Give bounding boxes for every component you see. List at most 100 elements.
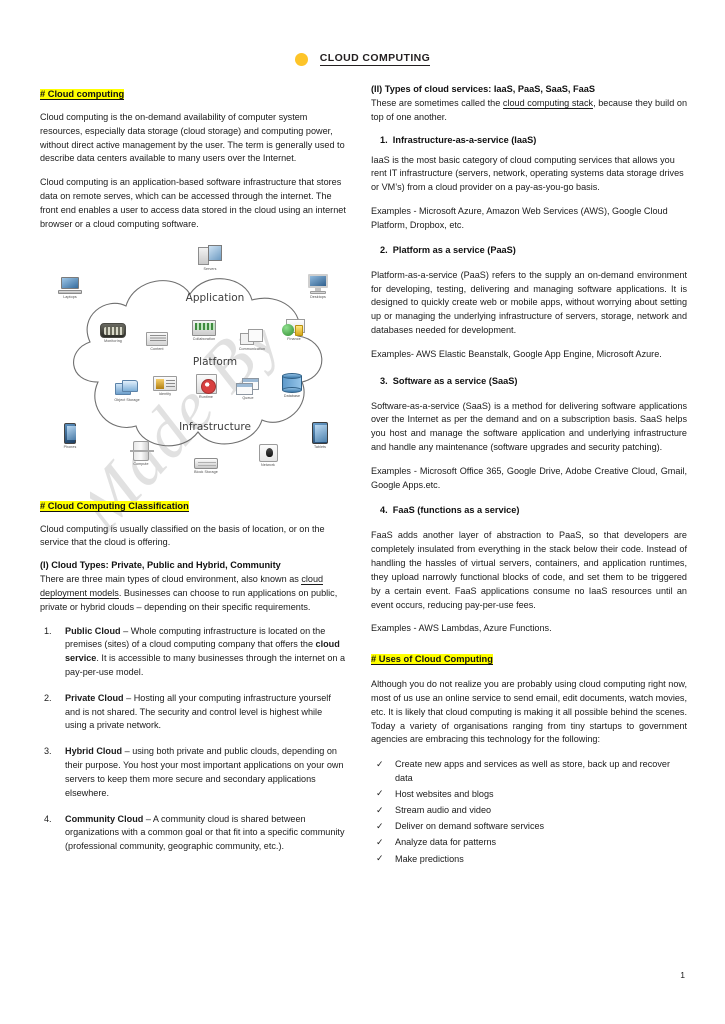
paragraph-paas-examples: Examples- AWS Elastic Beanstalk, Google … [371, 348, 662, 359]
diagram-node-collaboration: Collaboration [177, 312, 231, 341]
heading-cloud-computing-label: # Cloud computing [40, 89, 125, 100]
list-text-b: . It is accessible to many businesses th… [65, 653, 346, 677]
document-page: Made By Khushi Sharma CLOUD COMPUTING # … [0, 0, 725, 1024]
database-icon [265, 369, 319, 393]
list-item: ✓ Analyze data for patterns [371, 836, 687, 850]
diagram-node-label: Collaboration [192, 336, 216, 341]
diagram-node-label: Database [283, 393, 301, 398]
diagram-node-label: Content [150, 346, 164, 351]
service-number: 1. [380, 134, 388, 145]
list-item: ✓ Host websites and blogs [371, 788, 687, 802]
diagram-node-label: Network [261, 462, 275, 467]
diagram-node-label: Object Storage [114, 397, 140, 402]
compute-icon [114, 437, 168, 461]
diagram-node-finance: Finance [267, 312, 321, 341]
diagram-node-laptops: Laptops [43, 270, 97, 299]
link-cloud-computing-stack[interactable]: cloud computing stack [502, 98, 594, 109]
heading-uses-label: # Uses of Cloud Computing [371, 654, 493, 666]
uses-checklist: ✓ Create new apps and services as well as… [371, 758, 687, 866]
paragraph-iaas-examples: Examples - Microsoft Azure, Amazon Web S… [371, 206, 668, 230]
subheading-types-of-cloud-services: (II) Types of cloud services: IaaS, PaaS… [371, 84, 595, 94]
paragraph-saas-examples: Examples - Microsoft Office 365, Google … [371, 465, 687, 490]
block-storage-icon [179, 445, 233, 469]
left-column: # Cloud computing Cloud computing is the… [40, 84, 346, 866]
service-heading: Software as a service (SaaS) [392, 375, 518, 386]
subheading-saas: 3. Software as a service (SaaS) [371, 376, 687, 386]
check-icon: ✓ [376, 820, 384, 831]
diagram-layer-platform: Platform [192, 355, 238, 368]
check-icon: ✓ [376, 836, 384, 847]
heading-cloud-classification: # Cloud Computing Classification [40, 496, 346, 514]
list-item-label: Make predictions [395, 853, 464, 864]
servers-icon [183, 242, 237, 266]
check-icon: ✓ [376, 804, 384, 815]
diagram-node-label: Laptops [63, 294, 77, 299]
subheading-paas: 2. Platform as a service (PaaS) [371, 245, 687, 255]
desktop-icon [291, 270, 345, 294]
diagram-node-block-storage: Block Storage [179, 445, 233, 474]
paragraph-definition-1: Cloud computing is the on-demand availab… [40, 112, 345, 164]
list-item: ✓ Make predictions [371, 853, 687, 867]
cloud-architecture-diagram: Application Platform Infrastructure Serv… [40, 242, 346, 480]
service-heading: FaaS (functions as a service) [392, 505, 520, 516]
list-term: Public Cloud [65, 625, 121, 636]
collaboration-icon [177, 312, 231, 336]
service-heading: Platform as a service (PaaS) [392, 244, 516, 255]
tablet-icon [293, 420, 347, 444]
check-icon: ✓ [376, 853, 384, 864]
bullet-icon [294, 52, 308, 66]
list-item-label: Analyze data for patterns [395, 837, 497, 848]
paragraph-cloud-stack: These are sometimes called the cloud com… [371, 97, 687, 125]
list-term: Community Cloud [65, 813, 144, 824]
heading-uses-of-cloud-computing: # Uses of Cloud Computing [371, 649, 687, 667]
text-part-a: There are three main types of cloud envi… [40, 574, 302, 585]
list-number: 2. [44, 692, 52, 703]
diagram-layer-application: Application [185, 291, 245, 304]
check-icon: ✓ [376, 788, 384, 799]
diagram-node-label: Communication [238, 346, 266, 351]
list-term: Hybrid Cloud [65, 746, 123, 757]
subheading-cloud-types: (I) Cloud Types: Private, Public and Hyb… [40, 560, 281, 571]
list-number: 4. [44, 813, 52, 824]
diagram-node-desktops: Desktops [291, 270, 345, 299]
finance-icon [267, 312, 321, 336]
paragraph-definition-2: Cloud computing is an application-based … [40, 177, 346, 229]
list-item-label: Create new apps and services as well as … [395, 759, 670, 783]
paragraph-saas-body: Software-as-a-service (SaaS) is a method… [371, 400, 687, 452]
diagram-node-content: Content [130, 322, 184, 351]
list-item: 4. Community Cloud – A community cloud is… [40, 813, 346, 854]
diagram-node-database: Database [265, 369, 319, 398]
list-item: 1. Public Cloud – Whole computing infrast… [40, 625, 346, 680]
diagram-node-tablets: Tablets [293, 420, 347, 449]
check-icon: ✓ [376, 758, 384, 769]
service-number: 2. [380, 244, 388, 255]
phone-icon [43, 420, 97, 444]
paragraph-uses-intro: Although you do not realize you are prob… [371, 679, 687, 745]
list-number: 3. [44, 746, 52, 757]
list-item-label: Host websites and blogs [395, 788, 494, 799]
diagram-node-label: Finance [287, 336, 301, 341]
paragraph-faas-body: FaaS adds another layer of abstraction t… [371, 530, 687, 610]
diagram-node-compute: Compute [114, 437, 168, 466]
text-part-a: These are sometimes called the [371, 98, 503, 108]
diagram-node-label: Tablets [313, 444, 327, 449]
right-column: (II) Types of cloud services: IaaS, PaaS… [371, 84, 687, 869]
subheading-faas: 4. FaaS (functions as a service) [371, 505, 687, 515]
list-item: ✓ Stream audio and video [371, 804, 687, 818]
diagram-node-label: Compute [133, 461, 149, 466]
diagram-node-phones: Phones [43, 420, 97, 449]
list-item: ✓ Create new apps and services as well as… [371, 758, 687, 785]
diagram-node-label: Desktops [310, 294, 326, 299]
cloud-types-list: 1. Public Cloud – Whole computing infrast… [40, 625, 346, 854]
service-number: 4. [380, 505, 388, 516]
diagram-node-servers: Servers [183, 242, 237, 271]
service-number: 3. [380, 375, 388, 386]
page-title: CLOUD COMPUTING [319, 52, 431, 66]
diagram-node-label: Servers [203, 266, 217, 271]
diagram-node-network: Network [241, 438, 295, 467]
heading-cloud-computing: # Cloud computing [40, 84, 346, 102]
laptop-icon [43, 270, 97, 294]
content-icon [130, 322, 184, 346]
page-number: 1 [680, 970, 685, 980]
list-number: 1. [44, 625, 52, 636]
